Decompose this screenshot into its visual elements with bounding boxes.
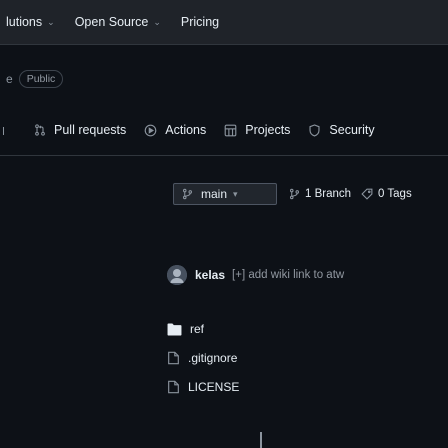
commit-author[interactable]: kelas: [195, 268, 225, 282]
tab-pull-requests-label: Pull requests: [54, 123, 127, 137]
list-item[interactable]: LICENSE: [167, 380, 239, 394]
shield-icon: [308, 123, 321, 137]
file-name[interactable]: ref: [190, 322, 204, 336]
list-item[interactable]: ref: [167, 322, 204, 336]
nav-solutions-label: lutions: [6, 15, 43, 29]
table-icon: [224, 124, 237, 137]
tab-pull-requests[interactable]: Pull requests: [34, 123, 126, 137]
branch-count-link[interactable]: 1 Branch: [289, 188, 351, 200]
nav-pricing[interactable]: Pricing: [181, 15, 219, 29]
tag-count-link[interactable]: 0 Tags: [361, 188, 412, 200]
header-divider: [0, 44, 448, 45]
tag-count-label: 0 Tags: [378, 188, 412, 200]
nav-open-source-label: Open Source: [74, 15, 149, 29]
branch-count-label: 1 Branch: [305, 188, 352, 200]
git-branch-icon: [289, 188, 300, 200]
tab-projects[interactable]: Projects: [224, 123, 290, 137]
play-icon: [144, 124, 157, 137]
latest-commit: kelas [+] add wiki link to atw: [167, 265, 344, 285]
folder-icon: [167, 322, 182, 336]
file-name[interactable]: LICENSE: [188, 380, 239, 394]
nav-solutions[interactable]: lutions ⌄: [6, 15, 55, 29]
tab-actions-label: Actions: [165, 123, 207, 137]
nav-open-source[interactable]: Open Source ⌄: [75, 15, 161, 29]
chevron-down-icon: ⌄: [153, 16, 161, 27]
nav-pricing-label: Pricing: [180, 15, 220, 29]
repo-name[interactable]: e: [6, 72, 13, 86]
caret-down-icon: ▾: [233, 188, 238, 199]
branch-bar: main ▾ 1 Branch 0 Tags: [173, 183, 412, 205]
avatar[interactable]: [167, 265, 187, 285]
git-branch-icon: [182, 188, 193, 200]
branch-name: main: [201, 187, 228, 201]
top-nav: lutions ⌄ Open Source ⌄ Pricing: [0, 0, 448, 44]
tab-actions[interactable]: Actions: [144, 123, 206, 137]
visibility-badge: Public: [18, 70, 64, 88]
repo-tabs: Pull requests Actions Projects Security: [0, 118, 448, 142]
commit-message[interactable]: [+] add wiki link to atw: [232, 269, 344, 281]
tab-projects-label: Projects: [245, 123, 291, 137]
file-icon: [167, 380, 180, 394]
tag-icon: [361, 188, 373, 200]
file-icon: [167, 351, 180, 365]
chevron-down-icon: ⌄: [47, 16, 55, 27]
tab-security[interactable]: Security: [308, 123, 375, 137]
list-item[interactable]: .gitignore: [167, 351, 237, 365]
file-name[interactable]: .gitignore: [188, 351, 237, 365]
tabs-divider: [0, 155, 448, 156]
pull-request-icon: [34, 124, 46, 136]
repo-title-line: e Public: [6, 70, 64, 88]
tab-security-label: Security: [329, 123, 375, 137]
branch-select-button[interactable]: main ▾: [173, 183, 277, 205]
cursor-caret: [260, 432, 262, 448]
